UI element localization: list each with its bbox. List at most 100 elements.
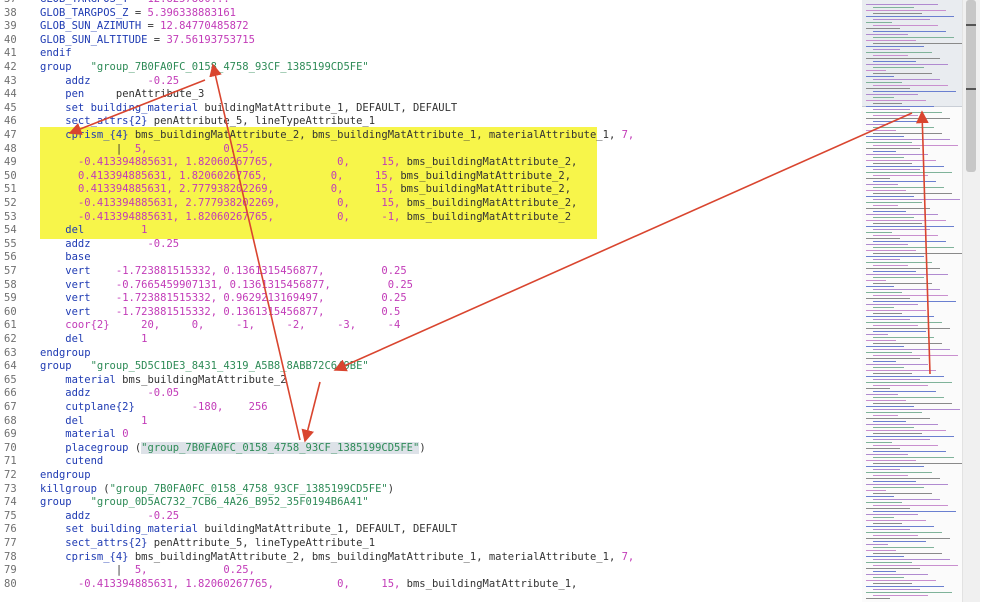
- minimap-line: [873, 73, 932, 74]
- line-code: cprism_{4} bms_buildingMatAttribute_2, b…: [40, 129, 634, 143]
- code-line[interactable]: 40 GLOB_SUN_ALTITUDE = 37.56193753715: [0, 34, 860, 48]
- minimap-line: [873, 79, 940, 80]
- minimap-line: [873, 355, 958, 356]
- minimap-line: [866, 232, 892, 233]
- code-line[interactable]: 68 del 1: [0, 415, 860, 429]
- code-line[interactable]: 76 set building_material buildingMatAttr…: [0, 523, 860, 537]
- code-line[interactable]: 80 -0.413394885631, 1.82060267765, 0, 15…: [0, 578, 860, 592]
- line-code: del 1: [40, 333, 147, 347]
- code-line[interactable]: 75 addz -0.25: [0, 510, 860, 524]
- minimap-line: [866, 502, 902, 503]
- code-line[interactable]: 57 vert -1.723881515332, 0.1361315456877…: [0, 265, 860, 279]
- minimap-line: [873, 169, 920, 170]
- code-token: del: [40, 333, 85, 345]
- minimap[interactable]: [862, 0, 962, 602]
- code-line[interactable]: 65 material bms_buildingMatAttribute_2: [0, 374, 860, 388]
- minimap-line: [866, 274, 948, 275]
- code-line[interactable]: 56 base: [0, 251, 860, 265]
- code-line[interactable]: 44 pen penAttribute_3: [0, 88, 860, 102]
- line-number: 65: [4, 373, 17, 386]
- code-line[interactable]: 42 group "group_7B0FA0FC_0158_4758_93CF_1…: [0, 61, 860, 75]
- code-line[interactable]: 53 -0.413394885631, 1.82060267765, 0, -1…: [0, 211, 860, 225]
- minimap-line: [873, 511, 956, 512]
- code-line[interactable]: 41 endif: [0, 47, 860, 61]
- code-line[interactable]: 62 del 1: [0, 333, 860, 347]
- code-line[interactable]: 55 addz -0.25: [0, 238, 860, 252]
- code-line[interactable]: 39 GLOB_SUN_AZIMUTH = 12.84770485872: [0, 20, 860, 34]
- code-token: 0: [122, 428, 129, 441]
- code-line[interactable]: 58 vert -0.7665459907131, 0.136131545687…: [0, 279, 860, 293]
- code-token: material: [40, 373, 116, 386]
- code-line[interactable]: 60 vert -1.723881515332, 0.1361315456877…: [0, 306, 860, 320]
- code-line[interactable]: 45 set building_material buildingMatAttr…: [0, 102, 860, 116]
- code-line[interactable]: 64 group "group_5D5C1DE3_8431_4319_A5B8_8…: [0, 360, 860, 374]
- code-line[interactable]: 66 addz -0.05: [0, 387, 860, 401]
- code-line[interactable]: 61 coor{2} 20, 0, -1, -2, -3, -4: [0, 319, 860, 333]
- line-number: 70: [4, 441, 17, 454]
- code-token: GLOB_SUN_AZIMUTH: [40, 20, 142, 33]
- code-token: |: [40, 564, 135, 577]
- minimap-line: [866, 100, 926, 101]
- code-line[interactable]: 52 -0.413394885631, 2.777938202269, 0, 1…: [0, 197, 860, 211]
- code-token: penAttribute_5, lineTypeAttribute_1: [147, 537, 376, 549]
- code-line[interactable]: 54 del 1: [0, 224, 860, 238]
- minimap-line: [873, 307, 894, 308]
- code-line[interactable]: 50 0.413394885631, 1.82060267765, 0, 15,…: [0, 170, 860, 184]
- vertical-scrollbar[interactable]: [962, 0, 980, 602]
- minimap-line: [873, 373, 912, 374]
- line-code: -0.413394885631, 1.82060267765, 0, 15, b…: [40, 578, 577, 592]
- line-code: sect_attrs{2} penAttribute_5, lineTypeAt…: [40, 115, 375, 129]
- minimap-line: [873, 523, 902, 524]
- minimap-line: [866, 562, 912, 563]
- code-line[interactable]: 59 vert -1.723881515332, 0.9629213169497…: [0, 292, 860, 306]
- code-token: GLOB_TARGPOS_Z: [40, 6, 129, 19]
- code-token: bms_buildingMatAttribute_2: [115, 373, 287, 386]
- minimap-line: [873, 91, 956, 92]
- minimap-line: [866, 64, 948, 65]
- minimap-line: [873, 547, 934, 548]
- minimap-line: [866, 394, 898, 395]
- line-number: 73: [4, 482, 17, 495]
- code-line[interactable]: 48 | 5, 0.25,: [0, 143, 860, 157]
- line-number: 74: [4, 496, 17, 509]
- line-code: group "group_5D5C1DE3_8431_4319_A5B8_8AB…: [40, 360, 369, 374]
- minimap-line: [866, 490, 886, 491]
- code-line[interactable]: 73 killgroup ("group_7B0FA0FC_0158_4758_9…: [0, 483, 860, 497]
- code-line[interactable]: 72 endgroup: [0, 469, 860, 483]
- minimap-line: [866, 400, 906, 401]
- minimap-line: [866, 46, 924, 47]
- code-line[interactable]: 77 sect_attrs{2} penAttribute_5, lineTyp…: [0, 537, 860, 551]
- code-line[interactable]: 63 endgroup: [0, 347, 860, 361]
- minimap-line: [873, 457, 954, 458]
- code-line[interactable]: 70 placegroup ("group_7B0FA0FC_0158_4758…: [0, 441, 860, 456]
- minimap-line: [866, 454, 908, 455]
- code-line[interactable]: 37 GLOB_TARGPOS_Y = 12.8257800...: [0, 0, 860, 7]
- minimap-line: [866, 514, 918, 515]
- code-line[interactable]: 71 cutend: [0, 455, 860, 469]
- code-line[interactable]: 79 | 5, 0.25,: [0, 564, 860, 578]
- code-token: ): [387, 482, 395, 495]
- line-number: 53: [4, 210, 17, 223]
- code-line[interactable]: 78 cprism_{4} bms_buildingMatAttribute_2…: [0, 551, 860, 565]
- code-token: vert: [40, 292, 91, 305]
- code-editor[interactable]: 37 GLOB_TARGPOS_Y = 12.8257800... 38 GLOB_T…: [0, 0, 860, 602]
- code-line[interactable]: 69 material 0: [0, 428, 860, 442]
- code-line[interactable]: 38 GLOB_TARGPOS_Z = 5.396338883161: [0, 7, 860, 21]
- code-line[interactable]: 67 cutplane{2} -180, 256: [0, 401, 860, 415]
- code-line[interactable]: 49 -0.413394885631, 1.82060267765, 0, 15…: [0, 156, 860, 170]
- code-line[interactable]: 43 addz -0.25: [0, 75, 860, 89]
- code-line[interactable]: 51 0.413394885631, 2.777938202269, 0, 15…: [0, 183, 860, 197]
- code-line[interactable]: 74 group "group_0D5AC732_7CB6_4A26_B952_3…: [0, 496, 860, 510]
- code-token: -0.25: [147, 509, 180, 522]
- minimap-line: [873, 211, 906, 212]
- code-token: GLOB_SUN_ALTITUDE: [40, 33, 148, 46]
- code-token: endgroup: [40, 346, 91, 359]
- line-code: GLOB_TARGPOS_Y = 12.8257800...: [40, 0, 230, 7]
- code-line[interactable]: 47 cprism_{4} bms_buildingMatAttribute_2…: [0, 129, 860, 143]
- code-token: killgroup: [40, 482, 97, 495]
- line-code: GLOB_TARGPOS_Z = 5.396338883161: [40, 7, 236, 21]
- line-number: 42: [4, 61, 17, 73]
- minimap-line: [873, 277, 924, 278]
- code-line[interactable]: 46 sect_attrs{2} penAttribute_5, lineTyp…: [0, 115, 860, 129]
